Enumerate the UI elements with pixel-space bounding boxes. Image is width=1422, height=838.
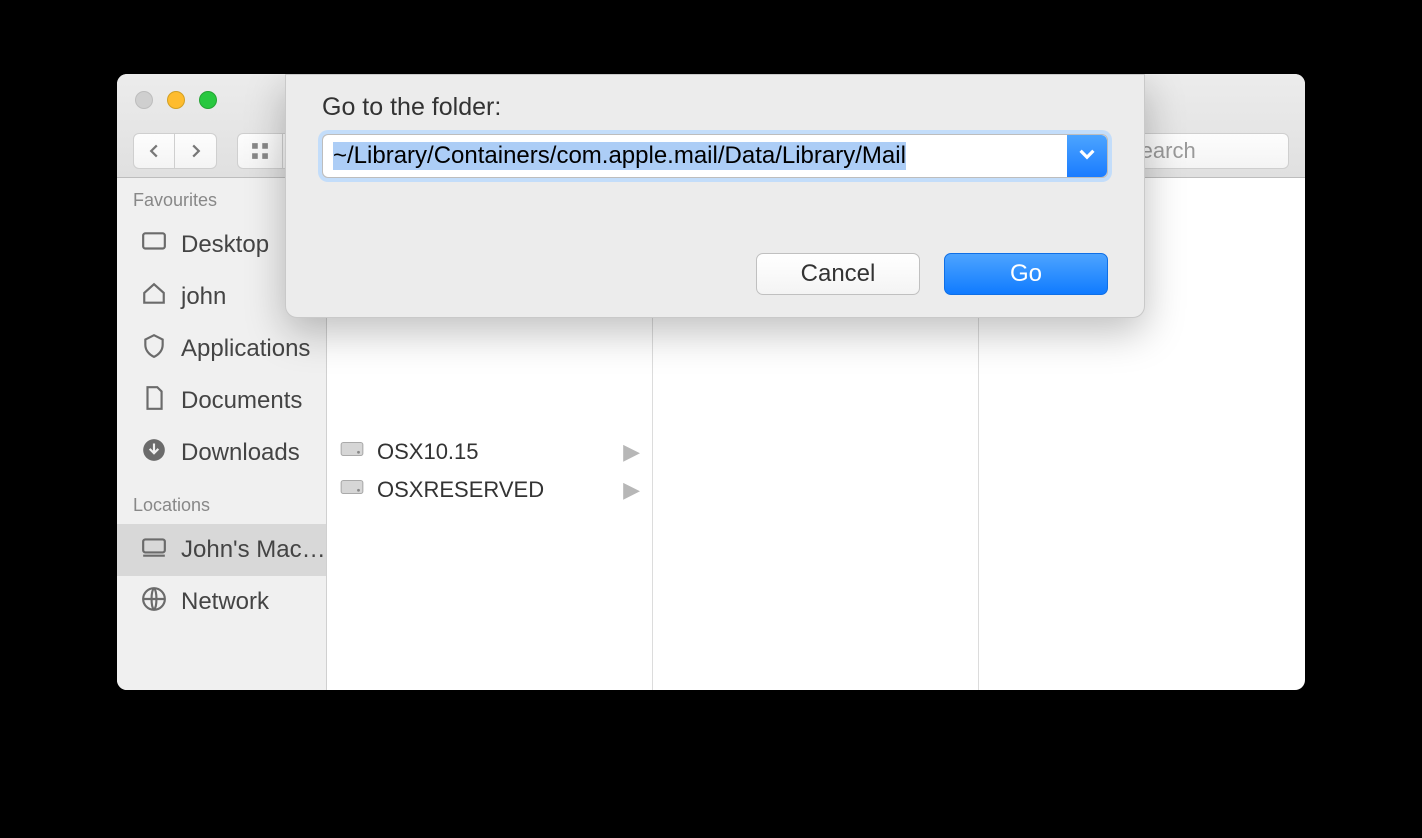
downloads-icon: [141, 437, 167, 470]
sidebar-item-label: john: [181, 283, 226, 311]
folder-path-combo: [322, 134, 1108, 178]
sidebar-item-label: Downloads: [181, 439, 300, 467]
sidebar-item-label: Desktop: [181, 231, 269, 259]
sidebar-item-downloads[interactable]: Downloads: [117, 427, 326, 479]
volume-item[interactable]: OSX10.15 ▶: [327, 433, 652, 471]
chevron-right-icon: ▶: [623, 439, 640, 465]
sidebar-section-title: Locations: [117, 493, 326, 524]
minimize-window-button[interactable]: [167, 91, 185, 109]
button-label: Cancel: [801, 260, 876, 288]
sidebar-item-network[interactable]: Network: [117, 576, 326, 628]
network-icon: [141, 586, 167, 619]
volume-label: OSX10.15: [377, 439, 479, 465]
volume-label: OSXRESERVED: [377, 477, 544, 503]
documents-icon: [141, 385, 167, 418]
sidebar-item-applications[interactable]: Applications: [117, 323, 326, 375]
sheet-label: Go to the folder:: [322, 93, 1108, 122]
desktop-icon: [141, 229, 167, 262]
chevron-right-icon: ▶: [623, 477, 640, 503]
icon-view-button[interactable]: [237, 133, 283, 169]
window-controls: [135, 91, 217, 109]
close-window-button[interactable]: [135, 91, 153, 109]
applications-icon: [141, 333, 167, 366]
sidebar-item-label: John's Mac…: [181, 536, 326, 564]
chevron-down-icon: [1079, 146, 1095, 167]
cancel-button[interactable]: Cancel: [756, 253, 920, 295]
home-icon: [141, 281, 167, 314]
sidebar-item-label: Network: [181, 588, 269, 616]
sidebar-item-label: Applications: [181, 335, 310, 363]
go-to-folder-sheet: Go to the folder: Cancel Go: [285, 74, 1145, 318]
finder-window: Dropbox Installer: [117, 74, 1305, 690]
sidebar-item-documents[interactable]: Documents: [117, 375, 326, 427]
hard-drive-icon: [339, 474, 365, 506]
go-button[interactable]: Go: [944, 253, 1108, 295]
sidebar-item-label: Documents: [181, 387, 302, 415]
zoom-window-button[interactable]: [199, 91, 217, 109]
sidebar-item-computer[interactable]: John's Mac…: [117, 524, 326, 576]
hard-drive-icon: [339, 436, 365, 468]
back-button[interactable]: [133, 133, 175, 169]
folder-path-dropdown-button[interactable]: [1067, 135, 1107, 177]
button-label: Go: [1010, 260, 1042, 288]
nav-segment: [133, 133, 217, 169]
folder-path-input[interactable]: [323, 135, 1067, 177]
computer-icon: [141, 534, 167, 567]
volume-item[interactable]: OSXRESERVED ▶: [327, 471, 652, 509]
forward-button[interactable]: [175, 133, 217, 169]
